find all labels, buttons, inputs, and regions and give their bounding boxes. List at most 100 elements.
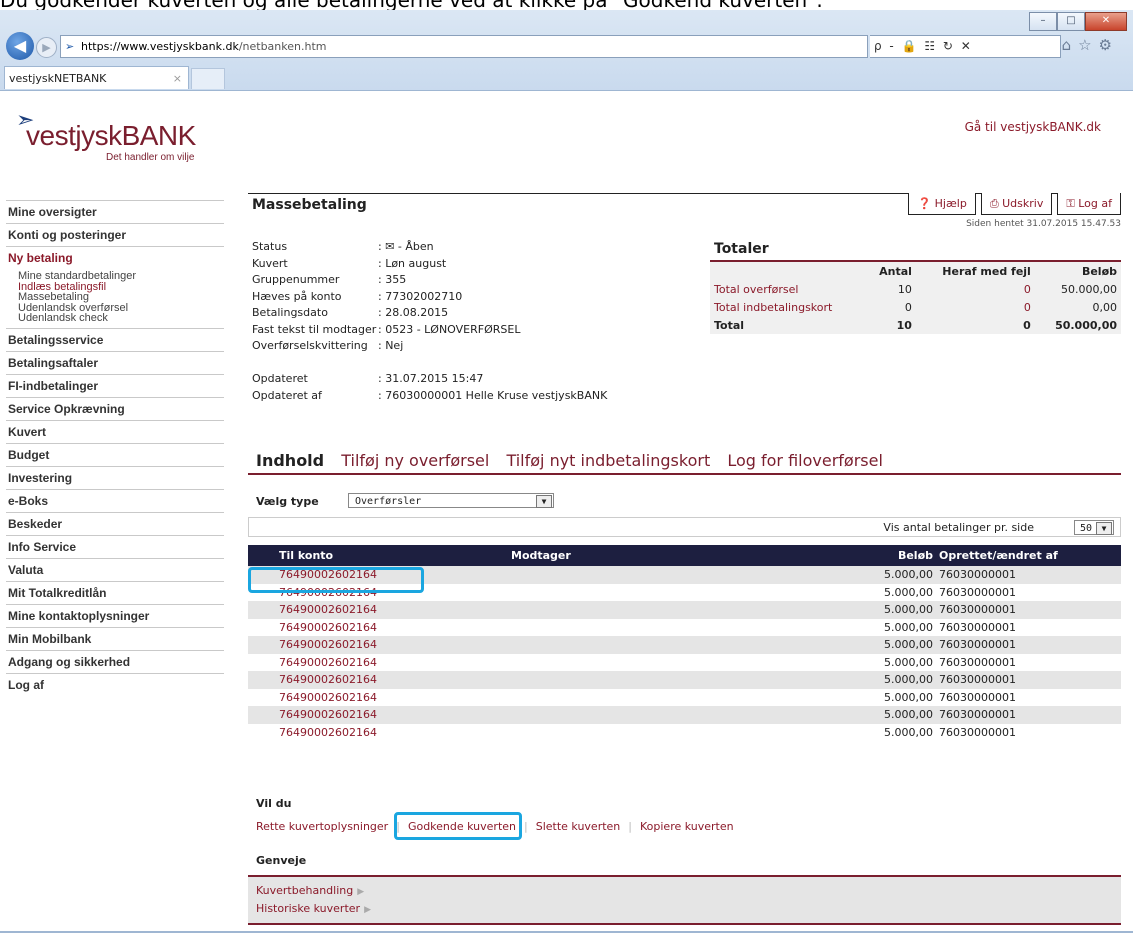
table-row: 76490002602164 5.000,00 76030000001 bbox=[248, 689, 1121, 707]
logoff-button[interactable]: ⚿ Log af bbox=[1057, 193, 1121, 215]
sidebar-item-investering[interactable]: Investering bbox=[6, 465, 224, 489]
recipient-cell bbox=[510, 619, 832, 637]
totals-cell[interactable]: 0 bbox=[916, 298, 1035, 316]
sidebar-item-fi-indbetalinger[interactable]: FI-indbetalinger bbox=[6, 373, 224, 397]
help-button[interactable]: ❓ Hjælp bbox=[908, 193, 976, 215]
account-link[interactable]: 76490002602164 bbox=[248, 706, 510, 724]
subitem-udenlandsk-check[interactable]: Udenlandsk check bbox=[6, 313, 224, 324]
divider: | bbox=[628, 820, 632, 833]
sidebar-item-log-af[interactable]: Log af bbox=[6, 672, 224, 696]
page-fetched-timestamp: Siden hentet 31.07.2015 15.47.53 bbox=[966, 219, 1121, 229]
created-by-cell: 76030000001 bbox=[939, 636, 1121, 654]
forward-button[interactable]: ▶ bbox=[36, 37, 57, 58]
totals-col-header: Antal bbox=[879, 264, 912, 278]
account-link[interactable]: 76490002602164 bbox=[248, 601, 510, 619]
sidebar-item-budget[interactable]: Budget bbox=[6, 442, 224, 466]
totals-title: Totaler bbox=[710, 238, 1121, 262]
info-row bbox=[252, 355, 607, 372]
account-link[interactable]: 76490002602164 bbox=[248, 724, 510, 742]
totals-row: Total 10 0 50.000,00 bbox=[710, 316, 1121, 334]
sidebar-item-beskeder[interactable]: Beskeder bbox=[6, 511, 224, 535]
info-value: : 0523 - LØNOVERFØRSEL bbox=[378, 322, 521, 336]
info-key: Fast tekst til modtager bbox=[252, 322, 377, 336]
bank-logo[interactable]: ➣ vestjyskBANK Det handler om vilje bbox=[16, 108, 216, 178]
table-row: 76490002602164 5.000,00 76030000001 bbox=[248, 706, 1121, 724]
sidebar-item-info-service[interactable]: Info Service bbox=[6, 534, 224, 558]
logoff-label: Log af bbox=[1078, 197, 1112, 210]
tab-tilfoej-overfoersel[interactable]: Tilføj ny overførsel bbox=[341, 451, 489, 470]
address-bar[interactable]: ➢ https://www.vestjyskbank.dk/netbanken.h… bbox=[60, 35, 868, 58]
info-value: : ✉ - Åben bbox=[378, 240, 434, 253]
sidebar-item-betalingsservice[interactable]: Betalingsservice bbox=[6, 327, 224, 351]
info-key: Gruppenummer bbox=[252, 273, 340, 286]
per-page-select[interactable]: 50 ▼ bbox=[1074, 520, 1114, 535]
amount-cell: 5.000,00 bbox=[832, 566, 939, 584]
subitem-massebetaling[interactable]: Massebetaling bbox=[6, 292, 224, 303]
sidebar-item-kuvert[interactable]: Kuvert bbox=[6, 419, 224, 443]
shortcut-link[interactable]: Historiske kuverter ▶ bbox=[256, 902, 371, 915]
tab-close-button[interactable]: × bbox=[173, 67, 182, 90]
created-by-cell: 76030000001 bbox=[939, 585, 1016, 599]
favorites-star-icon[interactable]: ☆ bbox=[1078, 36, 1098, 54]
account-link[interactable]: 76490002602164 bbox=[248, 619, 510, 637]
main-site-link[interactable]: Gå til vestjyskBANK.dk bbox=[965, 120, 1101, 134]
settings-gear-icon[interactable]: ⚙ bbox=[1099, 36, 1119, 54]
maximize-button[interactable]: □ bbox=[1057, 12, 1085, 31]
back-button[interactable]: ◀ bbox=[6, 32, 34, 60]
tab-log-filoverfoersel[interactable]: Log for filoverførsel bbox=[727, 451, 883, 470]
sidebar-item-totalkreditlan[interactable]: Mit Totalkreditlån bbox=[6, 580, 224, 604]
sidebar: Mine oversigter Konti og posteringer Ny … bbox=[6, 200, 224, 696]
totals-cell: 0 bbox=[904, 300, 912, 314]
main-content: Massebetaling ❓ Hjælp ⎙ Udskriv ⚿ Log af… bbox=[248, 193, 1121, 925]
page-tools: ❓ Hjælp ⎙ Udskriv ⚿ Log af bbox=[903, 193, 1121, 215]
delete-envelope-link[interactable]: Slette kuverten bbox=[536, 820, 621, 833]
copy-envelope-link[interactable]: Kopiere kuverten bbox=[640, 820, 734, 833]
minimize-button[interactable]: – bbox=[1029, 12, 1057, 31]
account-link[interactable]: 76490002602164 bbox=[248, 636, 510, 654]
recipient-cell bbox=[510, 706, 832, 724]
totals-cell[interactable]: 0 bbox=[916, 280, 1035, 298]
totals-col-header bbox=[710, 262, 866, 280]
totals-label-link[interactable]: Total overførsel bbox=[710, 280, 866, 298]
sidebar-item-konti[interactable]: Konti og posteringer bbox=[6, 223, 224, 246]
info-value: : 31.07.2015 15:47 bbox=[378, 372, 484, 385]
column-header-beloeb: Beløb bbox=[832, 545, 939, 566]
info-key: Overførselskvittering bbox=[252, 339, 368, 352]
sidebar-item-e-boks[interactable]: e-Boks bbox=[6, 488, 224, 512]
home-icon[interactable]: ⌂ bbox=[1062, 36, 1079, 54]
created-by-cell: 76030000001 bbox=[939, 601, 1121, 619]
info-value: : 77302002710 bbox=[378, 289, 463, 303]
print-button[interactable]: ⎙ Udskriv bbox=[980, 193, 1053, 215]
actions-title: Vil du bbox=[256, 797, 292, 810]
tab-indhold[interactable]: Indhold bbox=[256, 451, 324, 470]
edit-envelope-link[interactable]: Rette kuvertoplysninger bbox=[256, 820, 388, 833]
shortcut-link[interactable]: Kuvertbehandling ▶ bbox=[256, 884, 364, 897]
sidebar-item-mine-oversigter[interactable]: Mine oversigter bbox=[6, 200, 224, 223]
account-link[interactable]: 76490002602164 bbox=[248, 671, 510, 689]
info-key: Kuvert bbox=[252, 256, 288, 270]
type-select[interactable]: Overførsler ▼ bbox=[348, 493, 554, 508]
sidebar-item-kontaktoplysninger[interactable]: Mine kontaktoplysninger bbox=[6, 603, 224, 627]
window-controls: – □ ✕ bbox=[1029, 12, 1127, 31]
question-icon: ❓ bbox=[917, 197, 932, 210]
account-link[interactable]: 76490002602164 bbox=[248, 689, 510, 707]
sidebar-item-mobilbank[interactable]: Min Mobilbank bbox=[6, 626, 224, 650]
address-tools[interactable]: ρ - 🔒 ☷ ↻ ✕ bbox=[870, 35, 1061, 58]
account-link[interactable]: 76490002602164 bbox=[248, 654, 510, 672]
browser-tab[interactable]: vestjyskNETBANK × bbox=[4, 66, 189, 89]
totals-row: Total indbetalingskort 0 0 0,00 bbox=[710, 298, 1121, 316]
sidebar-item-adgang[interactable]: Adgang og sikkerhed bbox=[6, 649, 224, 673]
table-row: 76490002602164 5.000,00 76030000001 bbox=[248, 724, 1121, 742]
close-window-button[interactable]: ✕ bbox=[1085, 12, 1127, 31]
sidebar-item-service-opkraevning[interactable]: Service Opkrævning bbox=[6, 396, 224, 420]
new-tab-button[interactable] bbox=[191, 68, 225, 89]
sidebar-item-valuta[interactable]: Valuta bbox=[6, 557, 224, 581]
totals-cell: 10 bbox=[896, 318, 912, 332]
tab-tilfoej-indbetalingskort[interactable]: Tilføj nyt indbetalingskort bbox=[506, 451, 710, 470]
sidebar-item-betalingsaftaler[interactable]: Betalingsaftaler bbox=[6, 350, 224, 374]
amount-cell: 5.000,00 bbox=[884, 585, 933, 599]
subitem-standardbetalinger[interactable]: Mine standardbetalinger bbox=[6, 271, 224, 282]
print-label: Udskriv bbox=[1002, 197, 1044, 210]
sidebar-item-ny-betaling[interactable]: Ny betaling bbox=[6, 246, 224, 269]
totals-label-link[interactable]: Total indbetalingskort bbox=[710, 298, 866, 316]
